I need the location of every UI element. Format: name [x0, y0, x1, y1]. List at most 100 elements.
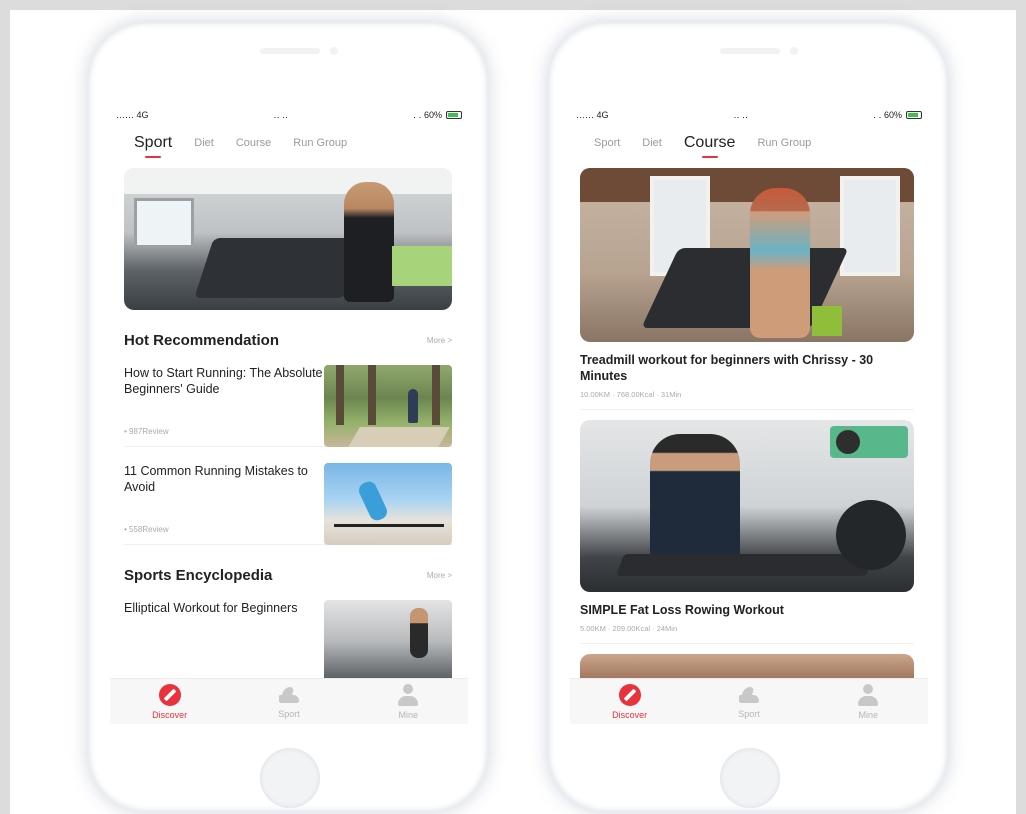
- status-bar: …․․․ 4G ․․ ․․ ․ ․ 60%: [570, 102, 928, 128]
- phone-left: …․․․ 4G ․․ ․․ ․ ․ 60% Sport Diet Course …: [88, 22, 488, 812]
- tabbar-sport[interactable]: Sport: [709, 685, 789, 719]
- tab-run-group[interactable]: Run Group: [757, 137, 811, 149]
- tabbar-label: Sport: [278, 708, 300, 719]
- course-card[interactable]: Treadmill workout for beginners with Chr…: [580, 168, 914, 410]
- front-camera: [330, 47, 338, 55]
- tabbar-label: Sport: [738, 708, 760, 719]
- screen: …․․․ 4G ․․ ․․ ․ ․ 60% Sport Diet Course …: [110, 102, 468, 724]
- battery-icon: [905, 111, 922, 119]
- tab-run-group[interactable]: Run Group: [293, 137, 347, 149]
- tabbar-mine[interactable]: Mine: [368, 683, 448, 720]
- tabbar-discover[interactable]: Discover: [130, 683, 210, 720]
- course-thumbnail: [580, 420, 914, 592]
- top-tabs: Sport Diet Course Run Group: [570, 128, 928, 158]
- hero-ceiling: [124, 168, 452, 194]
- tab-course[interactable]: Course: [684, 134, 735, 158]
- article-text: Elliptical Workout for Beginners: [124, 600, 324, 671]
- article-meta: • 987Review: [124, 427, 169, 436]
- tabbar-label: Discover: [152, 709, 188, 720]
- rowing-machine: [615, 554, 875, 576]
- course-meta: 10.00KM · 768.00Kcal · 31Min: [580, 390, 914, 410]
- instructor-figure: [650, 434, 740, 564]
- section-hot-header: Hot Recommendation More >: [124, 332, 452, 349]
- person-icon: [398, 683, 419, 706]
- tree-trunk: [336, 365, 344, 425]
- carrier-text: …․․․ 4G: [576, 109, 609, 120]
- course-thumbnail: [580, 168, 914, 342]
- status-right: ․ ․ 60%: [413, 110, 462, 121]
- tree-trunk: [368, 365, 376, 425]
- home-button[interactable]: [260, 748, 320, 808]
- section-title: Sports Encyclopedia: [124, 567, 273, 584]
- list-item[interactable]: Elliptical Workout for Beginners: [124, 600, 452, 682]
- tab-sport[interactable]: Sport: [594, 137, 620, 149]
- front-camera: [790, 47, 798, 55]
- article-meta: • 558Review: [124, 525, 169, 534]
- bottom-tab-bar: Discover Sport Mine: [110, 678, 468, 724]
- tab-course[interactable]: Course: [236, 137, 271, 149]
- top-tabs: Sport Diet Course Run Group: [110, 128, 468, 158]
- speaker: [720, 48, 780, 54]
- tree-trunk: [432, 365, 440, 425]
- channel-badge: [830, 426, 908, 458]
- article-title: Elliptical Workout for Beginners: [124, 601, 298, 615]
- article-thumbnail: [324, 600, 452, 682]
- speaker: [260, 48, 320, 54]
- phone-right: …․․․ 4G ․․ ․․ ․ ․ 60% Sport Diet Course …: [548, 22, 948, 812]
- status-bar: …․․․ 4G ․․ ․․ ․ ․ 60%: [110, 102, 468, 128]
- hero-elliptical: [194, 238, 364, 298]
- athlete-figure: [410, 608, 428, 658]
- clock-text: ․․ ․․: [273, 109, 289, 120]
- battery-text: ․ ․ 60%: [872, 109, 902, 120]
- battery-icon: [445, 111, 462, 119]
- article-text: 11 Common Running Mistakes to Avoid • 55…: [124, 463, 324, 534]
- towel: [812, 306, 842, 336]
- clock-text: ․․ ․․: [733, 109, 749, 120]
- more-link[interactable]: More >: [427, 336, 452, 345]
- window: [840, 176, 900, 276]
- status-right: ․ ․ 60%: [873, 110, 922, 121]
- tabbar-discover[interactable]: Discover: [590, 683, 670, 720]
- hero-athlete: [344, 182, 394, 302]
- tab-diet[interactable]: Diet: [194, 137, 214, 149]
- runner-figure: [356, 479, 390, 523]
- article-title: 11 Common Running Mistakes to Avoid: [124, 464, 308, 494]
- tab-diet[interactable]: Diet: [642, 137, 662, 149]
- tabbar-label: Discover: [612, 709, 648, 720]
- section-title: Hot Recommendation: [124, 332, 280, 349]
- tabbar-sport[interactable]: Sport: [249, 685, 329, 719]
- hero-banner-image[interactable]: [124, 168, 452, 310]
- bottom-tab-bar: Discover Sport Mine: [570, 678, 928, 724]
- list-item[interactable]: 11 Common Running Mistakes to Avoid • 55…: [124, 463, 452, 545]
- trail: [348, 427, 450, 447]
- tabbar-mine[interactable]: Mine: [828, 683, 908, 720]
- discover-icon: [158, 683, 181, 706]
- article-text: How to Start Running: The Absolute Begin…: [124, 365, 324, 436]
- flywheel: [836, 500, 906, 570]
- carrier-text: …․․․ 4G: [116, 109, 149, 120]
- tabbar-label: Mine: [858, 709, 879, 720]
- article-title: How to Start Running: The Absolute Begin…: [124, 366, 323, 396]
- section-encyclopedia-header: Sports Encyclopedia More >: [124, 567, 452, 584]
- article-thumbnail: [324, 463, 452, 545]
- hero-green-wall: [392, 246, 452, 286]
- course-card[interactable]: SIMPLE Fat Loss Rowing Workout 5.00KM · …: [580, 420, 914, 644]
- battery-text: ․ ․ 60%: [412, 109, 442, 120]
- shoe-icon: [277, 685, 301, 705]
- course-meta: 5.00KM · 209.00Kcal · 24Min: [580, 624, 914, 644]
- list-item[interactable]: How to Start Running: The Absolute Begin…: [124, 365, 452, 447]
- hurdle: [334, 524, 444, 527]
- home-button[interactable]: [720, 748, 780, 808]
- instructor-figure: [750, 188, 810, 338]
- discover-icon: [618, 683, 641, 706]
- tab-sport[interactable]: Sport: [134, 134, 172, 158]
- hero-window: [134, 198, 194, 248]
- shoe-icon: [737, 685, 761, 705]
- person-icon: [858, 683, 879, 706]
- runner-figure: [408, 389, 418, 423]
- course-title: SIMPLE Fat Loss Rowing Workout: [580, 603, 784, 617]
- screen: …․․․ 4G ․․ ․․ ․ ․ 60% Sport Diet Course …: [570, 102, 928, 724]
- tabbar-label: Mine: [398, 709, 419, 720]
- course-title: Treadmill workout for beginners with Chr…: [580, 353, 874, 383]
- more-link[interactable]: More >: [427, 571, 452, 580]
